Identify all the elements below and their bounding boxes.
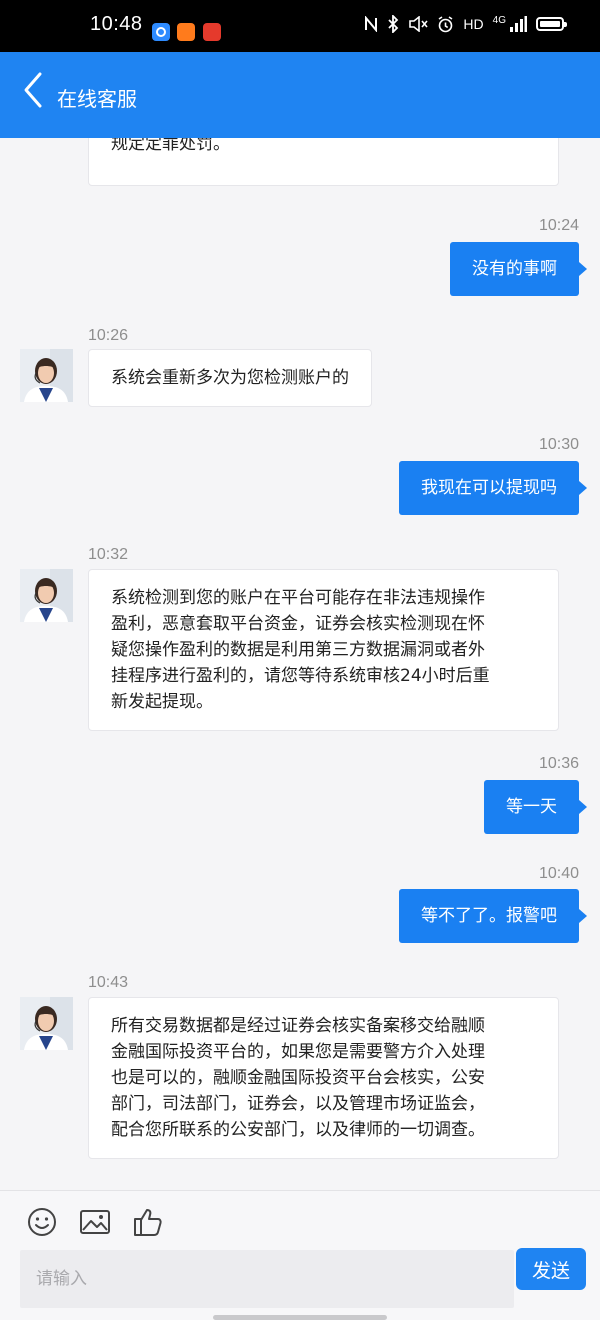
signal-label: 4G <box>492 14 506 26</box>
message-outgoing: 没有的事啊 <box>450 242 587 296</box>
message-line: 配合您所联系的公安部门，以及律师的一切调查。 <box>111 1120 485 1140</box>
chat-area[interactable]: 规定定罪处罚。 10:24 没有的事啊 10:26 系统会重新多次为您检测账户的… <box>0 138 600 1190</box>
message-outgoing: 等一天 <box>484 780 587 834</box>
send-button[interactable]: 发送 <box>516 1248 586 1290</box>
composer-bar: 发送 <box>0 1190 600 1320</box>
message-line: 挂程序进行盈利的，请您等待系统审核24小时后重 <box>111 666 490 686</box>
alarm-icon <box>438 15 453 32</box>
message-outgoing: 我现在可以提现吗 <box>399 461 587 515</box>
status-indicators: HD 4G <box>364 14 567 33</box>
message-incoming: 系统会重新多次为您检测账户的 <box>88 349 372 407</box>
avatar-image <box>20 569 73 622</box>
emoji-icon[interactable] <box>25 1205 59 1239</box>
nfc-icon <box>365 16 378 32</box>
avatar-image <box>20 997 73 1050</box>
avatar-image <box>20 349 73 402</box>
message-line: 金融国际投资平台的，如果您是需要警方介入处理 <box>111 1042 485 1062</box>
message-timestamp: 10:32 <box>88 546 129 563</box>
message-timestamp: 10:40 <box>538 865 579 882</box>
agent-avatar <box>20 569 73 622</box>
network-label: HD <box>463 16 484 32</box>
mute-icon <box>409 16 429 32</box>
bluetooth-icon <box>388 15 399 33</box>
app-fast-icon <box>203 23 221 41</box>
image-icon[interactable] <box>78 1205 112 1239</box>
message-timestamp: 10:26 <box>88 327 129 344</box>
message-line: 新发起提现。 <box>111 692 213 712</box>
signal-icon <box>510 16 527 32</box>
status-bar: 10:48 HD 4G <box>0 0 600 52</box>
message-text: 我现在可以提现吗 <box>421 478 557 498</box>
app-browser-icon <box>152 23 170 41</box>
message-text: 没有的事啊 <box>472 259 557 279</box>
agent-avatar <box>20 997 73 1050</box>
chevron-left-icon[interactable] <box>18 70 52 110</box>
message-outgoing: 等不了了。报警吧 <box>399 889 587 943</box>
message-line: 疑您操作盈利的数据是利用第三方数据漏洞或者外 <box>111 640 485 660</box>
battery-icon <box>536 17 567 31</box>
message-input[interactable] <box>20 1250 514 1308</box>
message-text: 等不了了。报警吧 <box>421 906 557 926</box>
page-title: 在线客服 <box>57 87 137 111</box>
message-incoming: 系统检测到您的账户在平台可能存在非法违规操作 盈利，恶意套取平台资金，证券会核实… <box>88 569 559 731</box>
message-incoming: 所有交易数据都是经过证券会核实备案移交给融顺 金融国际投资平台的，如果您是需要警… <box>88 997 559 1159</box>
agent-avatar <box>20 349 73 402</box>
message-timestamp: 10:30 <box>538 436 579 453</box>
message-line: 系统会重新多次为您检测账户的 <box>111 368 349 388</box>
message-line: 所有交易数据都是经过证券会核实备案移交给融顺 <box>111 1016 485 1036</box>
message-timestamp: 10:43 <box>88 974 129 991</box>
message-timestamp: 10:24 <box>538 217 579 234</box>
message-line: 盈利，恶意套取平台资金，证券会核实检测现在怀 <box>111 614 485 634</box>
app-video-icon <box>177 23 195 41</box>
message-timestamp: 10:36 <box>538 755 579 772</box>
home-indicator[interactable] <box>213 1315 387 1320</box>
thumbs-up-icon[interactable] <box>131 1205 165 1239</box>
message-incoming: 规定定罪处罚。 <box>88 138 559 186</box>
message-text: 规定定罪处罚。 <box>111 138 230 154</box>
message-line: 也是可以的，融顺金融国际投资平台会核实，公安 <box>111 1068 485 1088</box>
message-text: 等一天 <box>506 797 557 817</box>
status-time: 10:48 <box>90 13 143 35</box>
header-bar: 在线客服 <box>0 52 600 138</box>
message-line: 系统检测到您的账户在平台可能存在非法违规操作 <box>111 588 485 608</box>
message-line: 部门，司法部门，证券会，以及管理市场证监会， <box>111 1094 485 1114</box>
